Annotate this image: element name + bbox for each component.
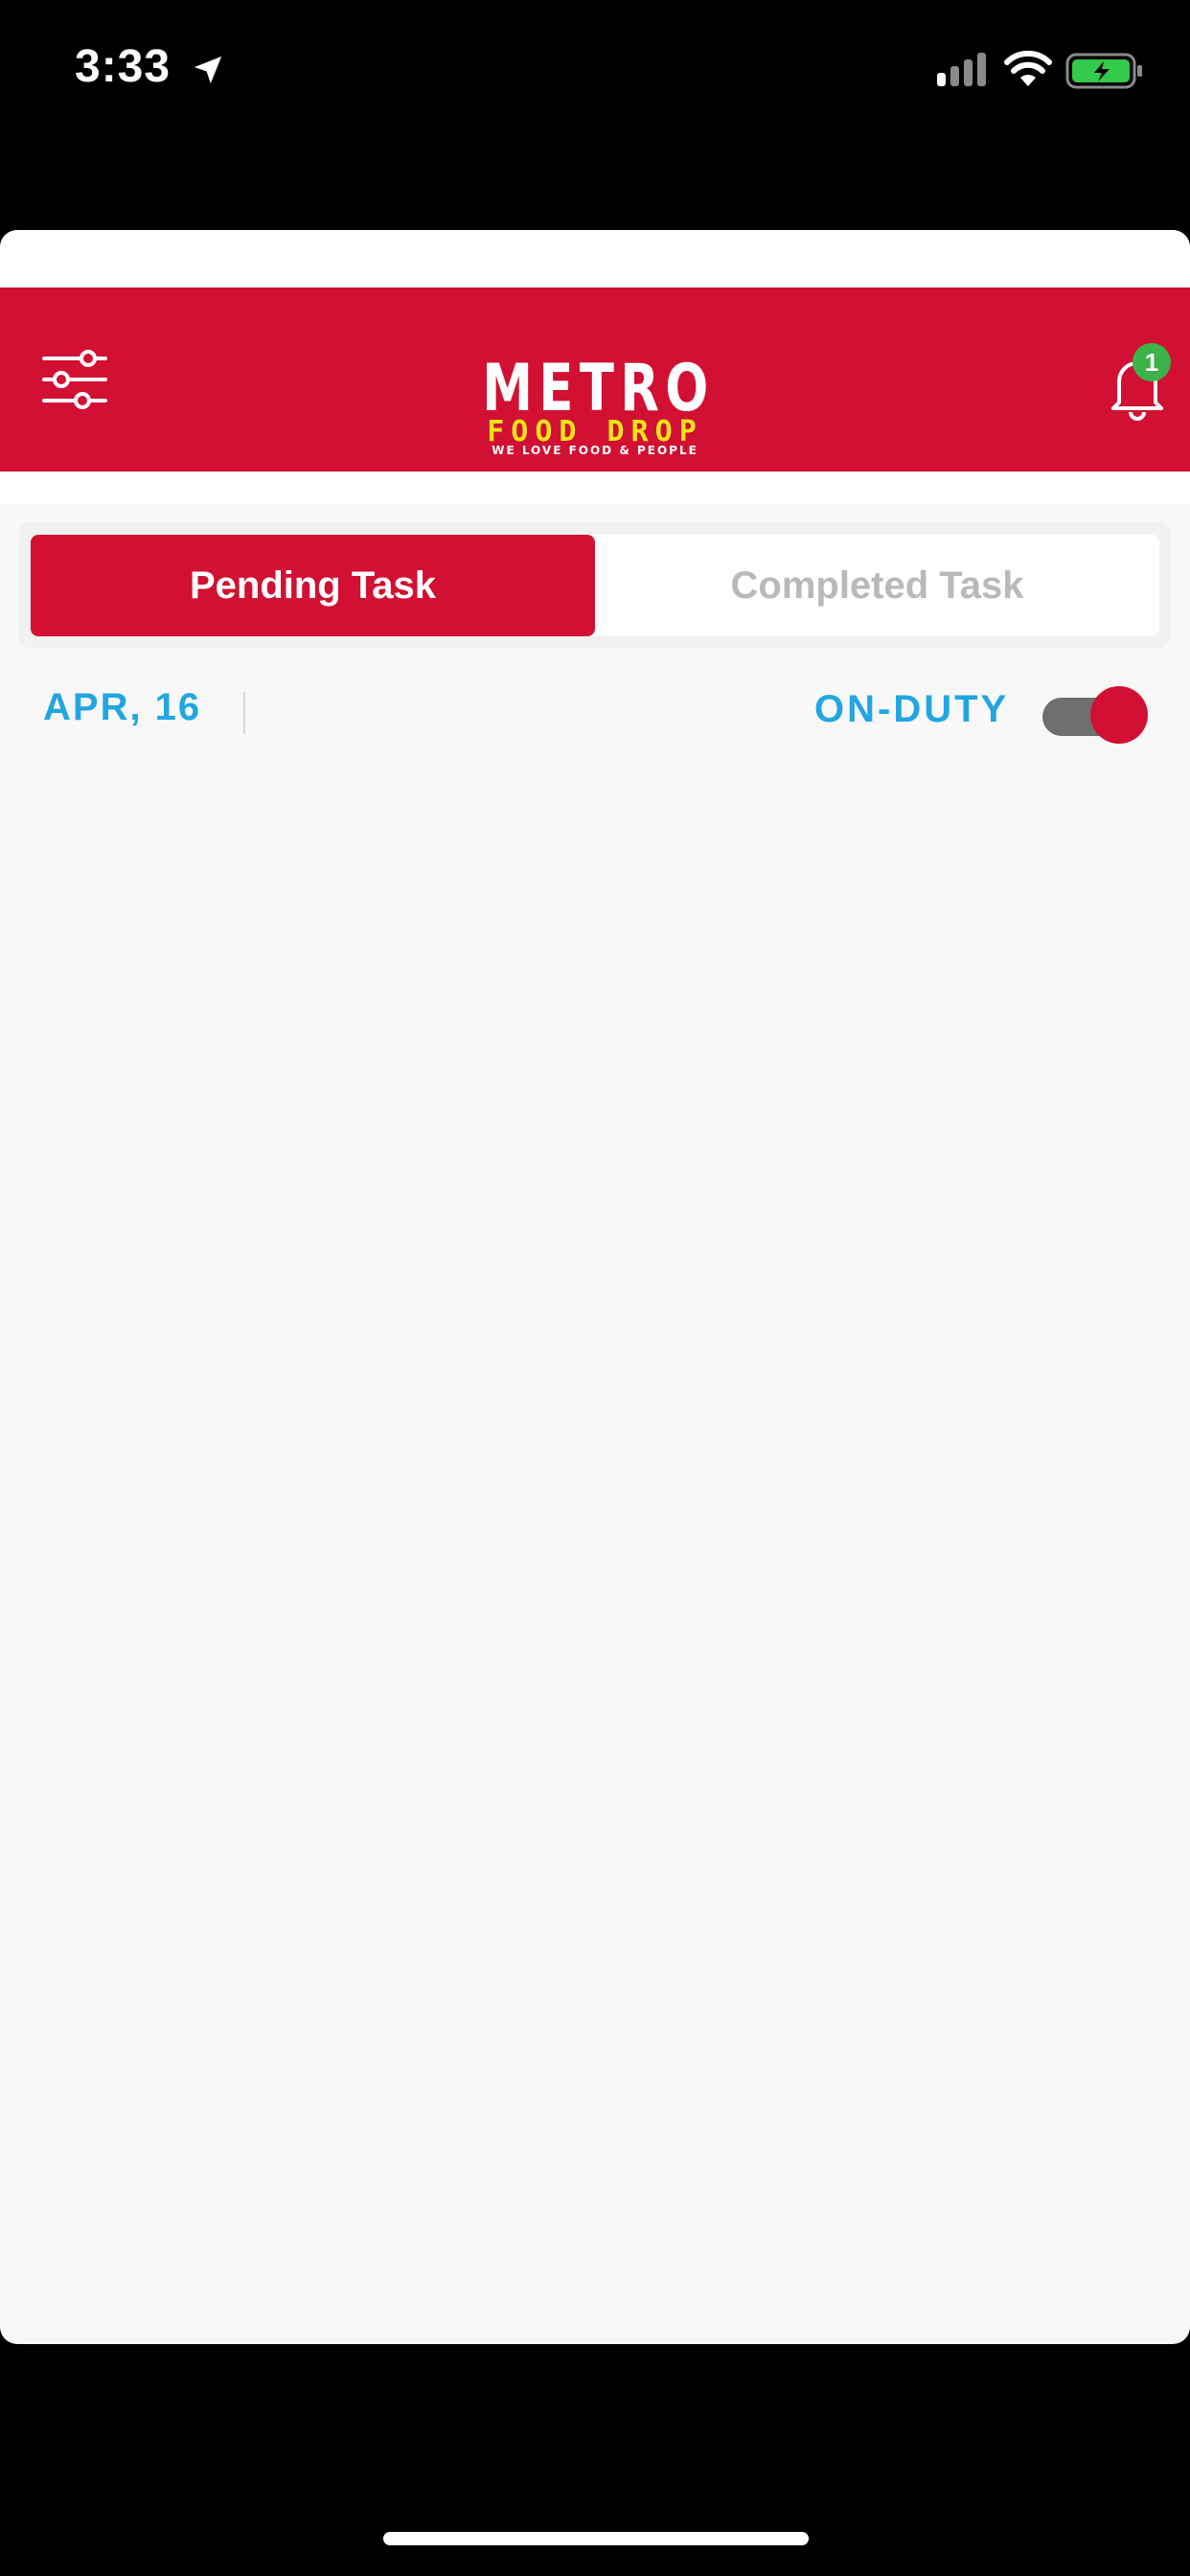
location-arrow-icon [194,56,222,84]
notification-button[interactable]: 1 [1102,343,1173,424]
duty-toggle[interactable] [1042,686,1148,744]
top-spacer [0,230,1190,288]
header-spacer [0,472,1190,504]
task-tabs: Pending Task Completed Task [31,535,1159,636]
app-header: METRO FOOD DROP WE LOVE FOOD & PEOPLE 1 [0,288,1190,472]
status-bar: 3:33 [0,0,1190,144]
toggle-thumb [1090,686,1148,744]
app-screen: METRO FOOD DROP WE LOVE FOOD & PEOPLE 1 … [0,230,1190,2344]
home-indicator[interactable] [383,2532,809,2545]
tab-completed-task[interactable]: Completed Task [595,535,1159,636]
battery-charging-icon [1065,53,1142,89]
logo-tagline: WE LOVE FOOD & PEOPLE [492,444,698,457]
cellular-signal-icon [937,53,986,86]
status-time: 3:33 [75,41,172,92]
task-list [0,786,1190,2319]
notification-badge: 1 [1133,343,1171,381]
tab-pending-task[interactable]: Pending Task [31,535,595,636]
app-logo: METRO FOOD DROP WE LOVE FOOD & PEOPLE [450,356,740,462]
date-label[interactable]: APR, 16 [43,686,201,729]
duty-status-label: ON-DUTY [814,688,1010,730]
sliders-icon[interactable] [38,343,111,416]
wifi-icon [1004,50,1052,86]
date-divider [243,692,245,734]
logo-title: METRO [482,351,715,426]
